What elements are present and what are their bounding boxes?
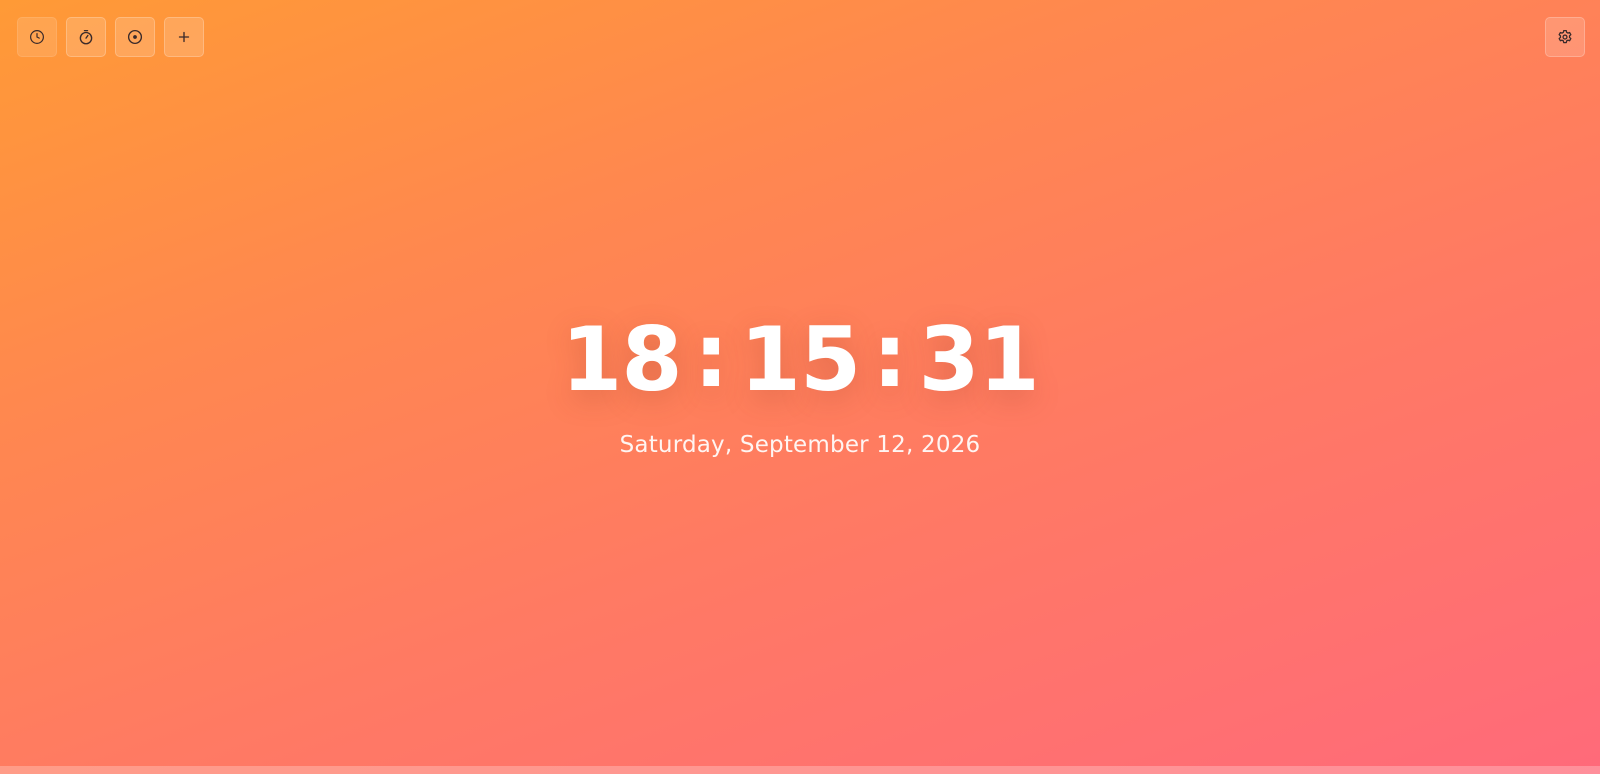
clock-app: 18 : 15 : 31 Saturday, September 12, 202… <box>0 0 1600 774</box>
date-label: Saturday, September 12, 2026 <box>619 432 981 458</box>
stopwatch-icon <box>77 28 95 46</box>
gear-icon <box>1556 28 1574 46</box>
clock-minutes: 15 <box>739 308 861 411</box>
settings-button[interactable] <box>1545 17 1585 57</box>
clock-display: 18 : 15 : 31 <box>0 308 1600 411</box>
clock-icon <box>28 28 46 46</box>
timer-mode-button[interactable] <box>115 17 155 57</box>
plus-icon <box>175 28 193 46</box>
clock-separator: : <box>693 304 729 407</box>
stopwatch-mode-button[interactable] <box>66 17 106 57</box>
clock-seconds: 31 <box>918 308 1039 411</box>
timer-icon <box>126 28 144 46</box>
clock-separator: : <box>872 304 907 407</box>
bottom-edge <box>0 766 1600 774</box>
time-readout: 18 : 15 : 31 <box>561 308 1040 411</box>
add-button[interactable] <box>164 17 204 57</box>
mode-toolbar <box>17 17 204 57</box>
clock-hours: 18 <box>561 308 682 411</box>
clock-mode-button[interactable] <box>17 17 57 57</box>
